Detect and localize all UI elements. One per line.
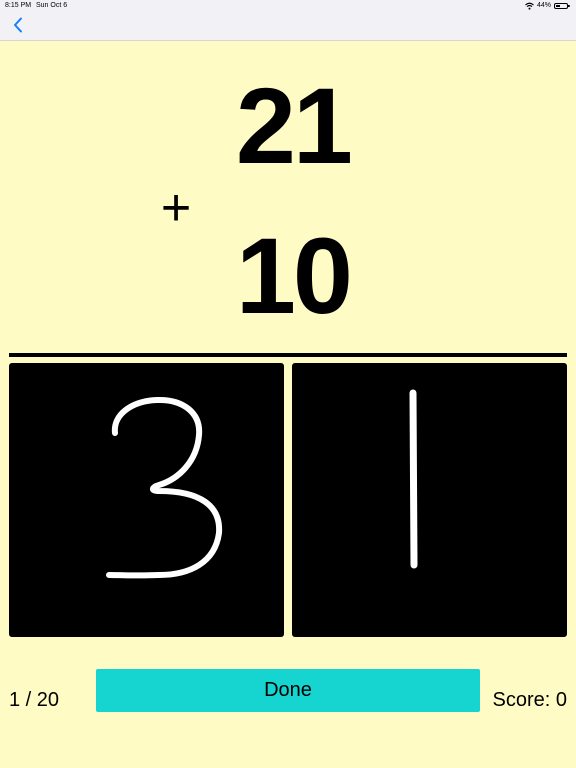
bottom-operand: 10: [235, 215, 353, 336]
back-button[interactable]: [8, 14, 28, 36]
status-right: 44%: [525, 0, 570, 12]
battery-fill: [556, 5, 561, 7]
tens-drawing-pad[interactable]: [9, 363, 284, 637]
answer-divider: [9, 353, 567, 357]
question-progress: 1 / 20: [9, 689, 60, 711]
score-label: Score: 0: [492, 689, 567, 711]
handwritten-digit-three: [106, 396, 223, 579]
status-date: Sun Oct 6: [36, 2, 68, 9]
chevron-left-icon: [14, 17, 22, 33]
done-button[interactable]: Done: [96, 669, 480, 712]
handwritten-digit-one: [409, 389, 418, 569]
wifi-icon: [525, 2, 534, 10]
battery-percent: 44%: [536, 2, 551, 9]
ones-drawing-pad[interactable]: [292, 363, 567, 637]
plus-operator: +: [160, 179, 192, 237]
status-bar: 8:15 PM Sun Oct 6 44%: [0, 0, 576, 12]
top-operand: 21: [235, 65, 353, 186]
top-bar: 8:15 PM Sun Oct 6 44%: [0, 0, 576, 41]
battery-icon: [554, 3, 570, 9]
status-time: 8:15 PM: [5, 2, 32, 9]
